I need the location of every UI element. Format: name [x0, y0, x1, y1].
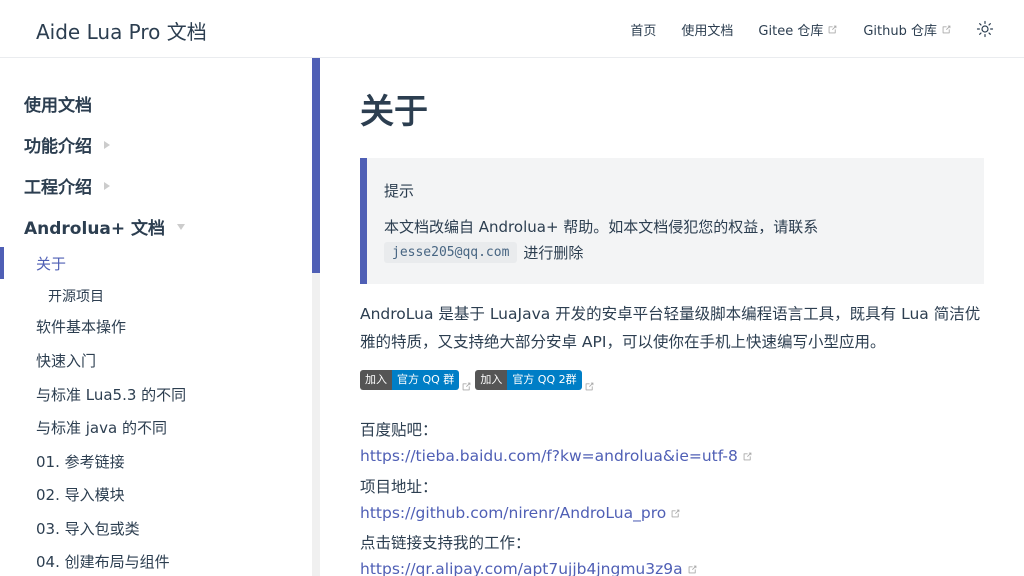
nav-link-docs[interactable]: 使用文档 [681, 20, 733, 39]
sidebar-item-import-package[interactable]: 03. 导入包或类 [36, 518, 140, 539]
sidebar-item-ref-links[interactable]: 01. 参考链接 [36, 451, 125, 472]
support-link-text: https://qr.alipay.com/apt7ujjb4jngmu3z9a [360, 560, 683, 576]
qq-badges: 加入 官方 QQ 群 加入 官方 QQ 2群 [360, 370, 598, 392]
theme-toggle-button[interactable] [976, 20, 994, 38]
sidebar-item-quickstart[interactable]: 快速入门 [36, 350, 96, 371]
nav-link-github-label: Github 仓库 [863, 23, 937, 39]
sidebar-group-label: Androlua+ 文档 [24, 219, 166, 239]
tip-container: 提示 本文档改编自 Androlua+ 帮助。如本文档侵犯您的权益，请联系 je… [360, 158, 984, 284]
main-content: 关于 提示 本文档改编自 Androlua+ 帮助。如本文档侵犯您的权益，请联系… [320, 58, 1024, 576]
active-indicator [0, 247, 4, 279]
sidebar-item-import-module[interactable]: 02. 导入模块 [36, 484, 125, 505]
sidebar-scrollbar-thumb[interactable] [312, 58, 320, 273]
tip-contact: jesse205@qq.com 进行删除 [384, 242, 583, 263]
sidebar-group-project[interactable]: 工程介绍 [24, 173, 110, 198]
badge-right-label: 官方 QQ 2群 [507, 370, 582, 390]
badge-left-label: 加入 [475, 370, 508, 390]
tieba-link-text: https://tieba.baidu.com/f?kw=androlua&ie… [360, 447, 738, 465]
nav-link-home[interactable]: 首页 [630, 20, 656, 39]
sidebar-item-java-diff[interactable]: 与标准 java 的不同 [36, 417, 167, 438]
navbar: Aide Lua Pro 文档 首页 使用文档 Gitee 仓库 Github … [0, 0, 1024, 58]
sidebar: 使用文档 功能介绍 工程介绍 Androlua+ 文档 关于 开源项目 软件基本… [0, 58, 320, 576]
external-link-icon [461, 381, 472, 392]
tip-text: 本文档改编自 Androlua+ 帮助。如本文档侵犯您的权益，请联系 [384, 218, 819, 236]
external-link-icon [827, 24, 838, 35]
nav-link-gitee-label: Gitee 仓库 [758, 23, 824, 39]
sidebar-item-lua-diff[interactable]: 与标准 Lua5.3 的不同 [36, 384, 186, 405]
external-link-icon [687, 564, 698, 575]
sun-icon [976, 20, 994, 38]
badge-right-label: 官方 QQ 群 [392, 370, 460, 390]
sidebar-item-basic-ops[interactable]: 软件基本操作 [36, 316, 126, 337]
external-link-icon [941, 24, 952, 35]
nav-link-home-label: 首页 [630, 23, 657, 39]
sidebar-group-usage-docs[interactable]: 使用文档 [24, 91, 92, 116]
external-link-icon [670, 508, 681, 519]
support-link[interactable]: https://qr.alipay.com/apt7ujjb4jngmu3z9a [360, 560, 698, 576]
nav-links: 首页 使用文档 Gitee 仓库 Github 仓库 [605, 0, 994, 58]
intro-paragraph: AndroLua 是基于 LuaJava 开发的安卓平台轻量级脚本编程语言工具，… [360, 305, 981, 351]
qq-group-badge-2[interactable]: 加入 官方 QQ 2群 [475, 370, 595, 392]
caret-down-icon [177, 223, 186, 230]
external-link-icon [584, 381, 595, 392]
tip-suffix: 进行删除 [523, 244, 584, 262]
qq-group-badge-1[interactable]: 加入 官方 QQ 群 [360, 370, 472, 392]
project-link[interactable]: https://github.com/nirenr/AndroLua_pro [360, 504, 681, 522]
sidebar-group-features[interactable]: 功能介绍 [24, 132, 110, 157]
sidebar-item-open-source[interactable]: 开源项目 [48, 286, 104, 306]
project-link-text: https://github.com/nirenr/AndroLua_pro [360, 504, 667, 522]
caret-right-icon [104, 181, 110, 190]
tieba-link[interactable]: https://tieba.baidu.com/f?kw=androlua&ie… [360, 447, 753, 465]
site-title[interactable]: Aide Lua Pro 文档 [36, 16, 207, 45]
sidebar-group-label: 功能介绍 [24, 137, 92, 157]
tieba-label: 百度贴吧： [360, 421, 438, 439]
sidebar-group-label: 使用文档 [24, 96, 92, 116]
sidebar-group-label: 工程介绍 [24, 178, 92, 198]
badge-left-label: 加入 [360, 370, 392, 390]
caret-right-icon [104, 140, 110, 149]
project-label: 项目地址： [360, 478, 438, 496]
nav-link-gitee[interactable]: Gitee 仓库 [758, 20, 838, 39]
tip-title: 提示 [384, 182, 415, 200]
contact-email-code: jesse205@qq.com [384, 242, 518, 263]
support-label: 点击链接支持我的工作： [360, 534, 531, 552]
sidebar-item-create-layout[interactable]: 04. 创建布局与组件 [36, 551, 170, 572]
nav-link-github[interactable]: Github 仓库 [863, 20, 952, 39]
external-link-icon [742, 451, 753, 462]
page-title: 关于 [360, 92, 428, 132]
sidebar-item-about[interactable]: 关于 [36, 253, 66, 274]
sidebar-group-androlua[interactable]: Androlua+ 文档 [24, 214, 186, 239]
nav-link-docs-label: 使用文档 [681, 23, 734, 39]
